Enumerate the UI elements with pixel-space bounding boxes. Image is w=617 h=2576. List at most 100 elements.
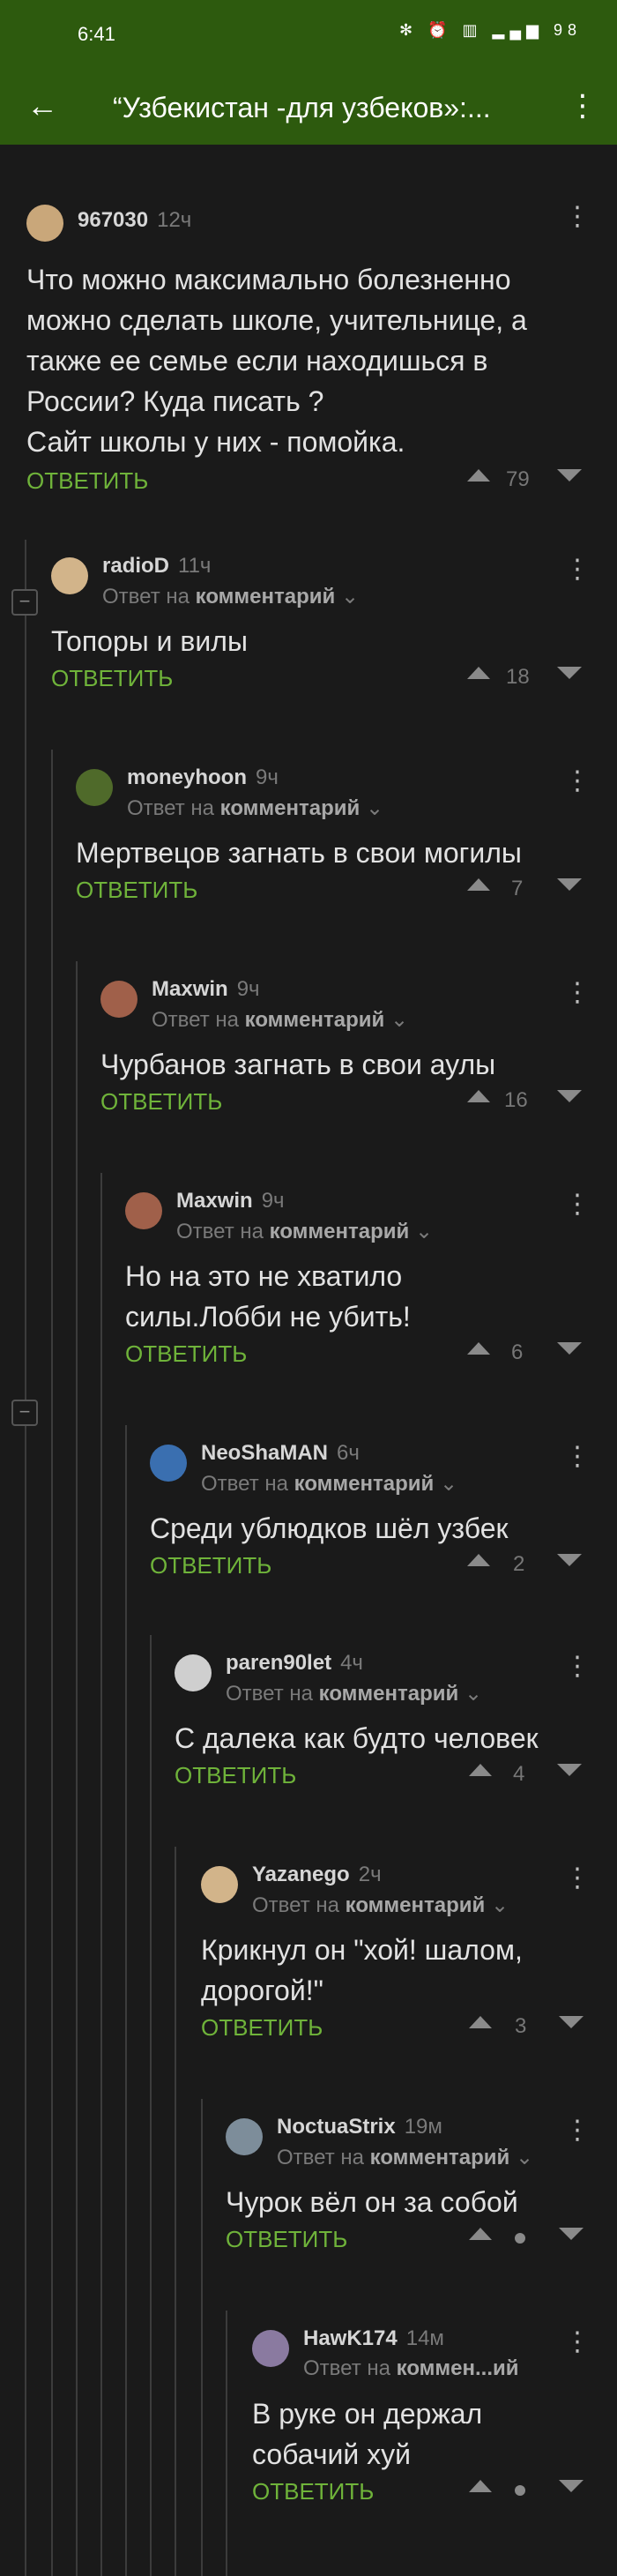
score-hidden-dot [515,2233,525,2244]
more-vertical-icon[interactable]: ⋮ [564,1651,591,1682]
comment-text: Среди ублюдков шёл узбек [150,1512,509,1544]
avatar[interactable] [150,1445,187,1482]
avatar[interactable] [51,557,88,594]
reply-button[interactable]: ОТВЕТИТЬ [51,665,173,692]
reply-button[interactable]: ОТВЕТИТЬ [100,1088,222,1116]
more-vertical-icon[interactable]: ⋮ [568,86,598,125]
upvote-icon[interactable] [469,2228,492,2240]
more-vertical-icon[interactable]: ⋮ [564,1441,591,1472]
downvote-icon[interactable] [557,1764,582,1776]
comment-author[interactable]: HawK174 14м [303,2326,444,2351]
upvote-icon[interactable] [467,1342,490,1355]
collapse-thread-button[interactable]: − [11,589,38,616]
comment-score: 3 [515,2014,527,2038]
status-icons: ✻ ⏰ ▥ ▂▄▆ 98 [399,21,582,39]
reply-to-label[interactable]: Ответ на комментарий ⌄ [252,1893,509,1918]
upvote-icon[interactable] [469,2016,492,2028]
reply-to-label[interactable]: Ответ на комментарий ⌄ [152,1007,408,1033]
more-vertical-icon[interactable]: ⋮ [564,201,591,232]
comment-author[interactable]: NoctuaStrix 19м [277,2115,442,2139]
thread-line [201,2099,203,2576]
thread-line [175,1847,176,2576]
upvote-icon[interactable] [467,667,490,679]
comment: Yazanego 2ч Ответ на комментарий ⌄ ⋮ Крик… [201,1863,591,2046]
reply-to-label[interactable]: Ответ на комментарий ⌄ [127,795,383,821]
downvote-icon[interactable] [559,2480,584,2492]
comment-author[interactable]: Yazanego 2ч [252,1863,382,1887]
upvote-icon[interactable] [467,878,490,891]
reply-button[interactable]: ОТВЕТИТЬ [125,1340,247,1368]
reply-to-label[interactable]: Ответ на комментарий ⌄ [102,584,359,609]
comment-score: 4 [513,1762,525,1786]
avatar[interactable] [125,1192,162,1229]
collapse-thread-button[interactable]: − [11,1400,38,1426]
reply-button[interactable]: ОТВЕТИТЬ [252,2478,374,2505]
reply-button[interactable]: ОТВЕТИТЬ [150,1552,271,1579]
avatar[interactable] [201,1866,238,1903]
comment: 967030 12ч ⋮ Что можно максимально болезн… [26,201,591,499]
upvote-icon[interactable] [469,2480,492,2492]
comment-score: 2 [513,1552,525,1576]
downvote-icon[interactable] [559,2016,584,2028]
comment: NoctuaStrix 19м Ответ на комментарий ⌄ ⋮ … [226,2115,591,2258]
reply-button[interactable]: ОТВЕТИТЬ [201,2014,323,2042]
more-vertical-icon[interactable]: ⋮ [564,554,591,585]
upvote-icon[interactable] [467,469,490,482]
more-vertical-icon[interactable]: ⋮ [564,1189,591,1220]
comment-author[interactable]: NeoShaMAN 6ч [201,1441,360,1466]
reply-button[interactable]: ОТВЕТИТЬ [226,2226,347,2253]
comment: Maxwin 9ч Ответ на комментарий ⌄ ⋮ Чурбан… [100,977,591,1120]
comment-score: 7 [511,877,524,900]
reply-to-label[interactable]: Ответ на комментарий ⌄ [201,1471,457,1497]
downvote-icon[interactable] [557,1090,582,1102]
comment-text: Чурбанов загнать в свои аулы [100,1049,496,1080]
reply-button[interactable]: ОТВЕТИТЬ [76,877,197,904]
comment-text: С далека как будто человек [175,1722,539,1754]
comment-author[interactable]: radioD 11ч [102,554,211,579]
more-vertical-icon[interactable]: ⋮ [564,1863,591,1893]
avatar[interactable] [175,1654,212,1691]
arrow-left-icon[interactable]: ← [26,86,58,125]
toolbar: ← “Узбекистан -для узбеков»:... ⋮ [0,71,617,145]
reply-button[interactable]: ОТВЕТИТЬ [26,467,148,495]
thread-line [100,1173,102,2576]
reply-to-label[interactable]: Ответ на комментарий ⌄ [226,1681,482,1706]
comment-author[interactable]: Maxwin 9ч [176,1189,285,1213]
reply-to-label[interactable]: Ответ на коммен...ий [303,2356,519,2381]
downvote-icon[interactable] [559,2228,584,2240]
avatar[interactable] [76,769,113,806]
more-vertical-icon[interactable]: ⋮ [564,2326,591,2357]
comment: NeoShaMAN 6ч Ответ на комментарий ⌄ ⋮ Сре… [150,1441,591,1584]
comment-text: В руке он держал собачий хуй [252,2398,483,2470]
comment-score: 79 [506,467,530,491]
comment-author[interactable]: Maxwin 9ч [152,977,260,1002]
upvote-icon[interactable] [469,1764,492,1776]
reply-button[interactable]: ОТВЕТИТЬ [175,1762,296,1789]
reply-to-label[interactable]: Ответ на комментарий ⌄ [176,1219,433,1244]
reply-to-label[interactable]: Ответ на комментарий ⌄ [277,2145,533,2170]
avatar[interactable] [226,2118,263,2155]
comment-author[interactable]: moneyhoon 9ч [127,765,279,790]
comment: HawK174 14м Ответ на коммен...ий ⋮ В руке… [252,2326,591,2510]
comment-author[interactable]: paren90let 4ч [226,1651,363,1676]
more-vertical-icon[interactable]: ⋮ [564,2115,591,2146]
avatar[interactable] [100,981,138,1018]
downvote-icon[interactable] [557,1342,582,1355]
thread-line [76,961,78,2576]
avatar[interactable] [26,205,63,242]
comment-text: Что можно максимально болезненно можно с… [26,264,527,458]
upvote-icon[interactable] [467,1090,490,1102]
comment-author[interactable]: 967030 12ч [78,208,191,233]
downvote-icon[interactable] [557,878,582,891]
more-vertical-icon[interactable]: ⋮ [564,977,591,1008]
upvote-icon[interactable] [467,1554,490,1566]
downvote-icon[interactable] [557,1554,582,1566]
downvote-icon[interactable] [557,469,582,482]
comment: moneyhoon 9ч Ответ на комментарий ⌄ ⋮ Мер… [76,765,591,908]
comment-text: Мертвецов загнать в свои могилы [76,837,522,869]
more-vertical-icon[interactable]: ⋮ [564,765,591,796]
downvote-icon[interactable] [557,667,582,679]
comment-score: 16 [504,1088,528,1112]
avatar[interactable] [252,2330,289,2367]
comment: Maxwin 9ч Ответ на комментарий ⌄ ⋮ Но на … [125,1189,591,1372]
